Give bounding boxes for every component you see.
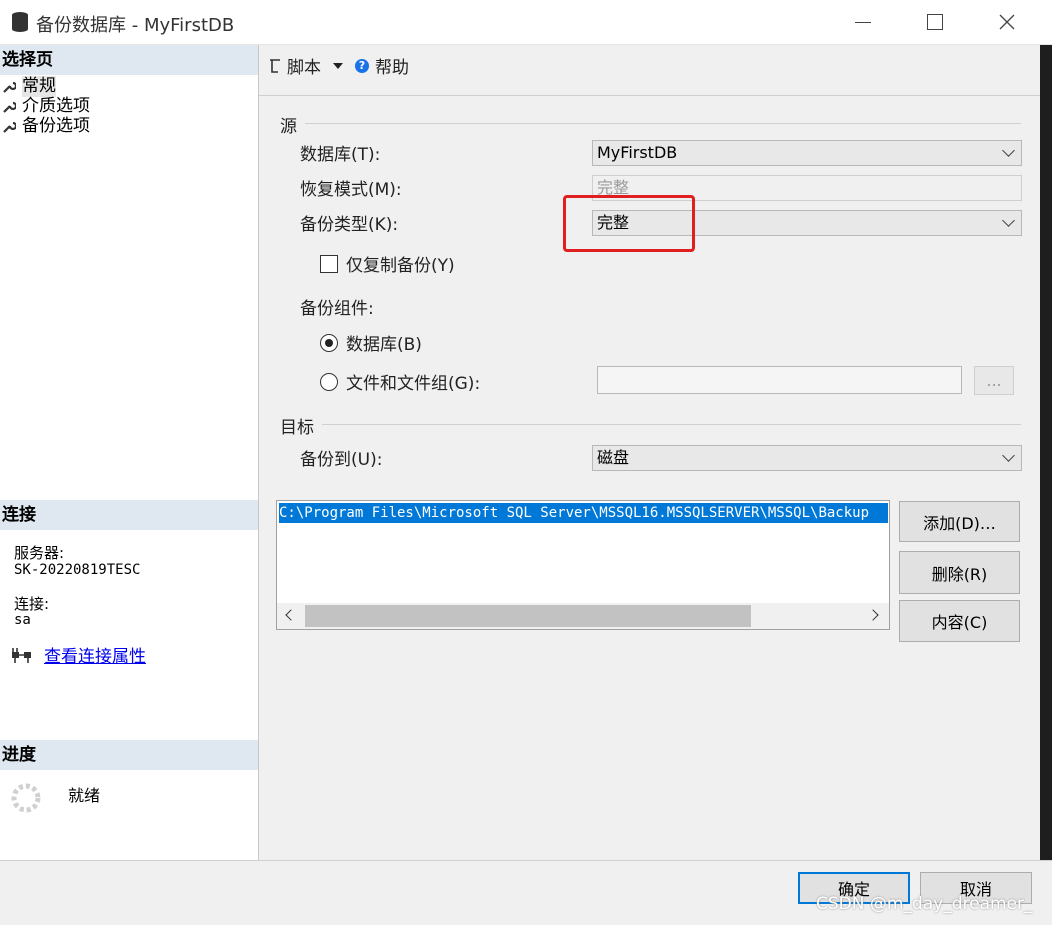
database-icon [12,12,28,32]
radio-button[interactable] [320,372,338,391]
progress-status: 就绪 [68,786,101,805]
connection-header: 连接 [0,500,258,530]
chevron-left-icon[interactable] [285,609,297,621]
backup-to-select[interactable]: 磁盘 [592,445,1022,471]
close-icon[interactable] [984,0,1030,44]
backup-to-value: 磁盘 [597,448,630,467]
minimize-icon[interactable] [840,0,886,44]
chevron-down-icon [1002,214,1015,227]
radio-database-label: 数据库(B) [346,335,422,355]
chevron-down-icon [1002,449,1015,462]
connection-label: 连接: [14,595,50,613]
background-edge [1040,45,1052,860]
destination-list[interactable]: C:\Program Files\Microsoft SQL Server\MS… [276,500,890,630]
help-label: 帮助 [375,58,409,78]
radio-files-label: 文件和文件组(G): [346,374,481,394]
title-bar: 备份数据库 - MyFirstDB [0,0,1052,45]
script-label: 脚本 [287,58,321,78]
dropdown-arrow-icon[interactable] [333,62,343,69]
destination-group-label: 目标 [280,418,314,438]
nav-item-label: 备份选项 [22,116,90,136]
contents-button[interactable]: 内容(C) [899,600,1020,642]
connection-value: sa [14,612,31,628]
nav-item-backup-options[interactable]: 备份选项 [2,116,90,137]
left-panel [0,45,259,860]
remove-button[interactable]: 删除(R) [899,551,1020,594]
database-label: 数据库(T): [300,145,381,165]
checkbox-box[interactable] [320,254,338,273]
chevron-right-icon[interactable] [867,609,879,621]
database-select-value: MyFirstDB [597,143,678,162]
backup-component-label: 备份组件: [300,299,374,319]
progress-header: 进度 [0,740,258,770]
source-group-label: 源 [280,117,297,137]
select-page-header: 选择页 [0,45,258,75]
radio-files[interactable]: 文件和文件组(G): [320,369,480,394]
highlight-box [563,195,695,252]
copy-only-label: 仅复制备份(Y) [346,256,455,276]
recovery-model-label: 恢复模式(M): [300,180,402,200]
nav-item-general[interactable]: 常规 [2,76,56,97]
list-item[interactable]: C:\Program Files\Microsoft SQL Server\MS… [279,503,888,523]
radio-button[interactable] [320,333,338,352]
plug-icon [12,648,31,663]
view-connection-properties-link[interactable]: 查看连接属性 [44,642,146,667]
server-value: SK-20220819TESC [14,562,141,578]
divider [305,123,1021,124]
nav-item-label: 常规 [22,76,56,97]
nav-item-label: 介质选项 [22,96,90,116]
browse-button[interactable]: ... [974,366,1014,395]
chevron-down-icon [1002,144,1015,157]
server-label: 服务器: [14,544,65,562]
watermark: CSDN @m_day_dreamer_ [816,894,1033,914]
horizontal-scrollbar[interactable] [277,603,889,629]
files-input[interactable] [597,366,962,394]
help-button[interactable]: ? 帮助 [355,53,409,78]
scrollbar-thumb[interactable] [305,605,751,627]
script-icon [270,58,280,73]
script-button[interactable]: 脚本 [267,53,343,78]
wrench-icon [3,121,16,133]
database-select[interactable]: MyFirstDB [592,140,1022,166]
maximize-icon[interactable] [912,0,958,44]
backup-type-label: 备份类型(K): [300,215,399,235]
radio-database[interactable]: 数据库(B) [320,330,422,355]
wrench-icon [3,101,16,113]
nav-item-media-options[interactable]: 介质选项 [2,96,90,117]
copy-only-checkbox[interactable]: 仅复制备份(Y) [320,251,455,276]
add-button[interactable]: 添加(D)… [899,501,1020,542]
toolbar: 脚本 ? 帮助 [259,45,1040,96]
wrench-icon [3,81,16,93]
progress-spinner-icon [11,783,41,813]
help-icon: ? [355,58,369,73]
backup-to-label: 备份到(U): [300,450,383,470]
window-title: 备份数据库 - MyFirstDB [36,15,235,36]
divider [322,424,1021,425]
